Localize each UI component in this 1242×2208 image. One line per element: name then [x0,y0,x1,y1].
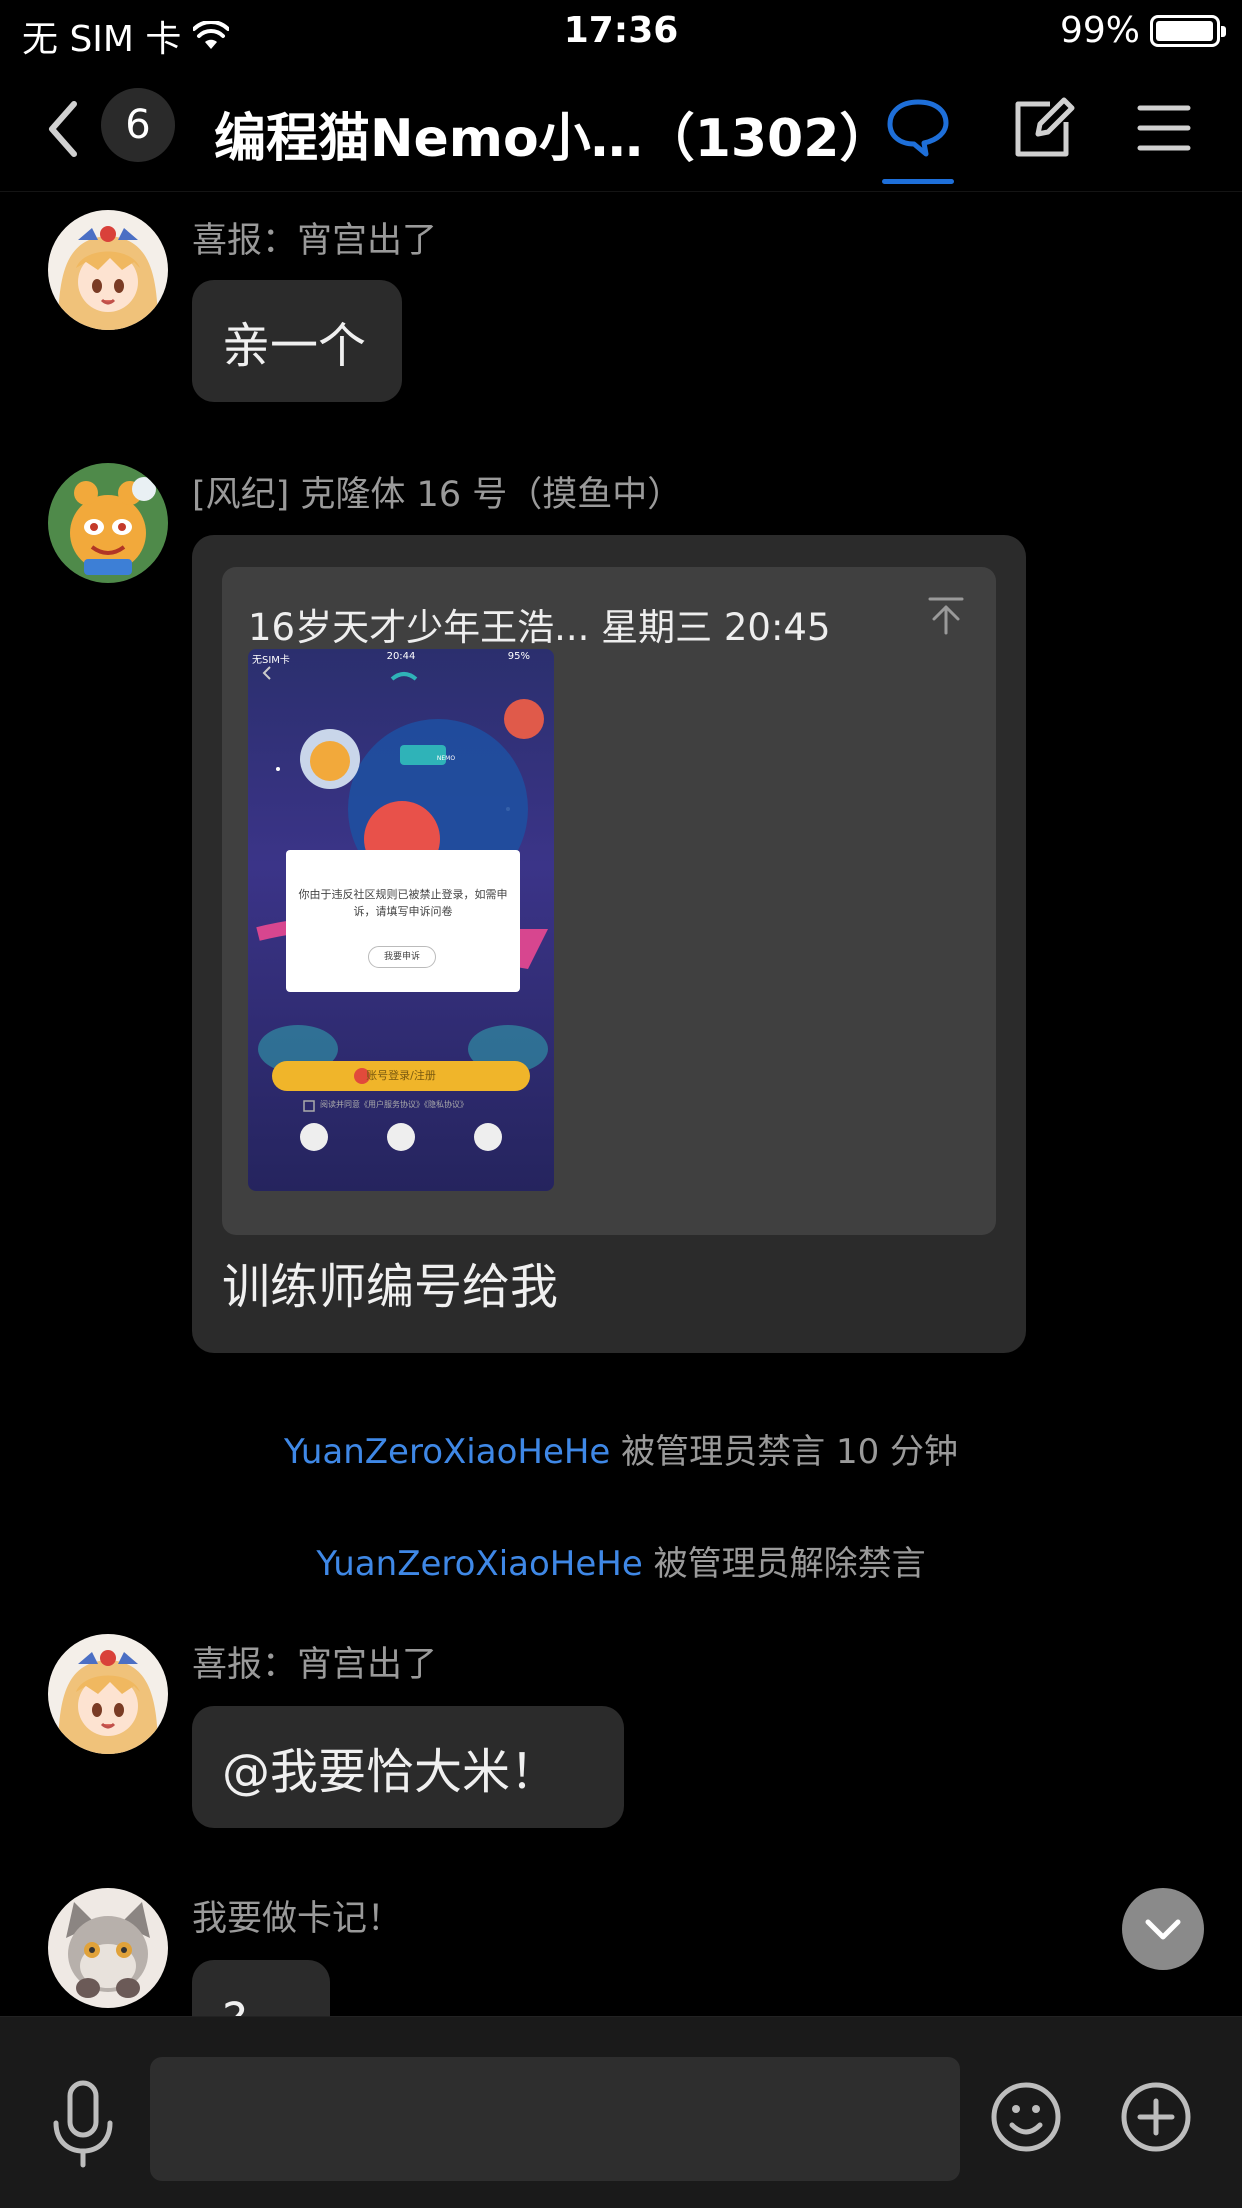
status-time: 17:36 [563,10,679,51]
system-notice: YuanZeroXiaoHeHe 被管理员解除禁言 [0,1536,1242,1585]
menu-icon[interactable] [1128,92,1200,164]
emoji-icon[interactable] [990,2081,1062,2153]
message-bubble[interactable]: ? [192,1960,330,2016]
plus-icon[interactable] [1120,2081,1192,2153]
message-text: 训练师编号给我 [222,1259,559,1315]
system-user-link[interactable]: YuanZeroXiaoHeHe [284,1432,610,1472]
avatar[interactable] [48,1634,168,1754]
agreement-text: 阅读并同意《用户服务协议》《隐私协议》 [320,1100,468,1109]
message-input[interactable] [150,2057,960,2181]
system-action: 被管理员解除禁言 [653,1544,926,1584]
system-action: 被管理员禁言 10 分钟 [621,1432,959,1472]
message-clip: ? [0,1958,1242,2016]
quoted-header: 16岁天才少年王浩... 星期三 20:45 [248,606,831,649]
unread-badge[interactable]: 6 [101,88,175,162]
login-button: 账号登录/注册 [366,1069,436,1082]
input-bar [0,2016,1242,2208]
mini-badge: NEMO [436,755,456,762]
back-icon[interactable] [40,96,90,162]
sender-name: 喜报：宵宫出了 [192,221,438,261]
system-user-link[interactable]: YuanZeroXiaoHeHe [316,1544,642,1584]
microphone-icon[interactable] [48,2079,118,2169]
battery-percent: 99% [1059,10,1140,51]
active-tab-indicator [882,179,954,184]
battery-icon [1150,14,1226,47]
appeal-button: 我要申诉 [368,946,436,968]
group-title[interactable]: 编程猫Nemo小…（1302） [214,96,891,171]
status-bar: 无 SIM 卡 17:36 99% [0,0,1242,66]
battery-fill [1156,20,1213,41]
ban-dialog: 你由于违反社区规则已被禁止登录，如需申诉，请填写申诉问卷 我要申诉 [286,850,520,992]
quoted-message[interactable]: 16岁天才少年王浩... 星期三 20:45 无SIM卡 20:44 95% N… [222,567,996,1235]
avatar[interactable] [48,463,168,583]
sender-name: 喜报：宵宫出了 [192,1645,438,1685]
chevron-down-icon [1145,1919,1181,1940]
ban-dialog-text: 你由于违反社区规则已被禁止登录，如需申诉，请填写申诉问卷 [298,888,508,918]
edit-icon[interactable] [1006,92,1078,164]
chat-header: 6 编程猫Nemo小…（1302） [0,66,1242,192]
sender-name: 我要做卡记！ [192,1899,403,1939]
battery-info: 99% [1059,10,1226,51]
jump-to-top-icon[interactable] [926,595,966,635]
message-bubble[interactable]: @我要恰大米！ [192,1706,624,1828]
avatar[interactable] [48,210,168,330]
quoted-screenshot[interactable]: 无SIM卡 20:44 95% NEMO 你由于违反社区规则已被禁止登录，如需申… [248,649,554,1191]
message-bubble[interactable]: 亲一个 [192,280,402,402]
system-notice: YuanZeroXiaoHeHe 被管理员禁言 10 分钟 [0,1424,1242,1473]
chat-bubble-icon[interactable] [882,92,954,164]
scroll-to-bottom-button[interactable] [1122,1888,1204,1970]
sender-name: [风纪] 克隆体 16 号（摸鱼中） [192,475,683,515]
quote-message-bubble[interactable]: 16岁天才少年王浩... 星期三 20:45 无SIM卡 20:44 95% N… [192,535,1026,1353]
